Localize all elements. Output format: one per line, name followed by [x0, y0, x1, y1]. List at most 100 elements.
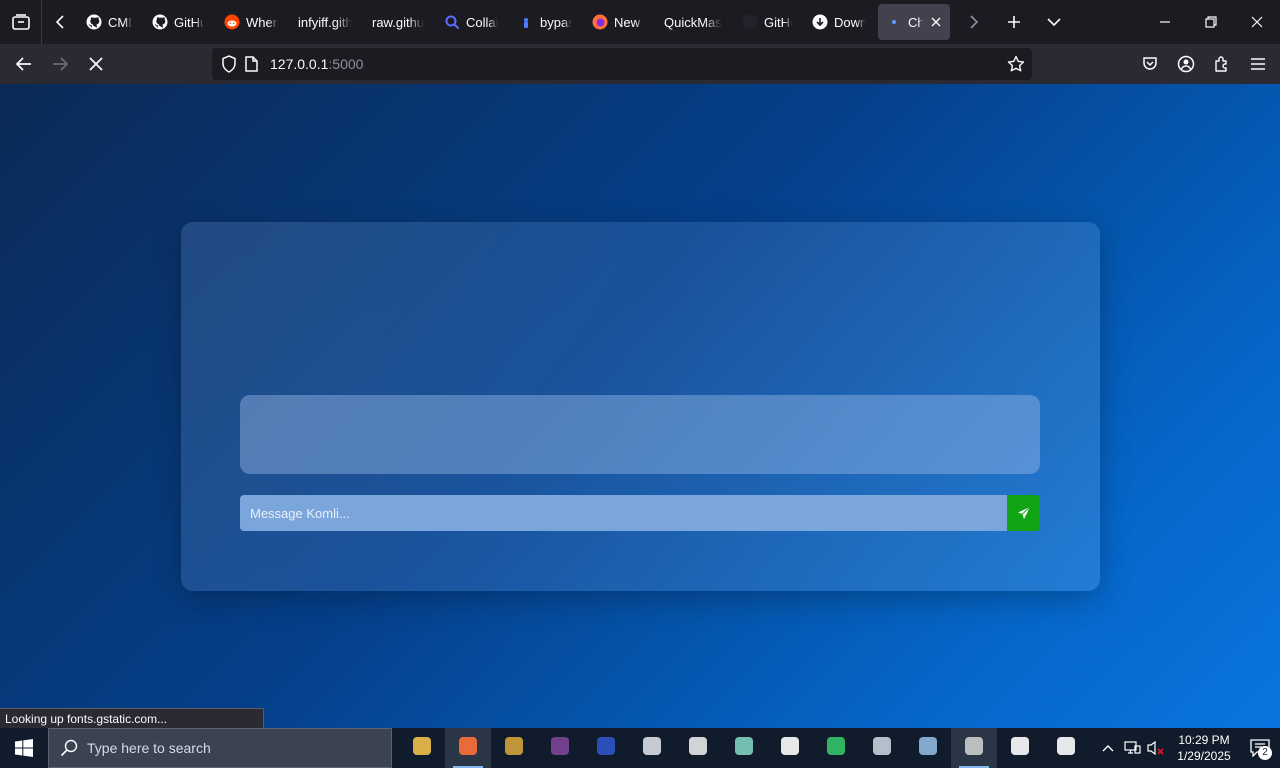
plus-icon	[1008, 16, 1020, 28]
taskbar-app[interactable]	[997, 728, 1043, 768]
message-input[interactable]	[240, 495, 1007, 531]
network-icon	[917, 735, 939, 762]
url-port: :5000	[328, 56, 364, 72]
game-icon	[503, 735, 525, 762]
new-tab-button[interactable]	[994, 0, 1034, 44]
roblox-icon	[641, 735, 663, 762]
close-icon	[89, 57, 103, 71]
account-button[interactable]	[1168, 48, 1204, 80]
chevron-up-icon	[1102, 745, 1114, 752]
show-hidden-icons-button[interactable]	[1096, 728, 1120, 768]
extensions-button[interactable]	[1204, 48, 1240, 80]
volume-muted-icon[interactable]	[1144, 728, 1168, 768]
tab-overview-button[interactable]	[0, 0, 42, 44]
browser-tab[interactable]: Ch	[878, 4, 950, 40]
tor-icon	[549, 735, 571, 762]
list-all-tabs-button[interactable]	[1034, 0, 1074, 44]
status-bar: Looking up fonts.gstatic.com...	[0, 708, 264, 728]
browser-tab[interactable]: infyiff.gith	[290, 4, 360, 40]
search-icon	[59, 738, 79, 758]
search-placeholder: Type here to search	[87, 740, 211, 756]
taskbar-app[interactable]	[583, 728, 629, 768]
star-icon	[687, 735, 709, 762]
tab-title: New T	[614, 14, 644, 30]
pocket-icon	[1143, 57, 1157, 70]
loading-icon	[886, 14, 902, 30]
back-button[interactable]	[6, 48, 42, 80]
tab-title: Ch	[908, 14, 924, 30]
taskbar-app[interactable]	[675, 728, 721, 768]
pocket-button[interactable]	[1132, 48, 1168, 80]
taskbar-app[interactable]	[905, 728, 951, 768]
taskbar-app[interactable]	[859, 728, 905, 768]
taskbar-app[interactable]	[721, 728, 767, 768]
browser-tab[interactable]: GitHu	[734, 4, 800, 40]
app-menu-button[interactable]	[1240, 48, 1276, 80]
taskbar-app[interactable]	[767, 728, 813, 768]
page-info-icon[interactable]	[242, 55, 260, 73]
browser-tab[interactable]: New T	[584, 4, 652, 40]
close-window-button[interactable]	[1234, 0, 1280, 44]
action-center-button[interactable]: 2	[1240, 728, 1280, 768]
browser-tab[interactable]: bypas	[510, 4, 580, 40]
taskbar-app[interactable]	[491, 728, 537, 768]
taskbar-app[interactable]	[399, 728, 445, 768]
search-icon	[444, 14, 460, 30]
hamburger-menu-icon	[1251, 58, 1265, 70]
send-button[interactable]	[1007, 495, 1040, 531]
tab-scroll-left-button[interactable]	[42, 0, 78, 44]
puzzle-icon	[1215, 56, 1227, 72]
7zip-icon	[779, 735, 801, 762]
url-text[interactable]: 127.0.0.1:5000	[270, 56, 363, 72]
taskbar-app[interactable]	[1043, 728, 1089, 768]
window-controls	[1142, 0, 1280, 44]
browser-tab[interactable]: When	[216, 4, 286, 40]
browser-tab[interactable]: Collab	[436, 4, 506, 40]
browser-tab[interactable]: QuickMas	[656, 4, 730, 40]
tab-title: Down	[834, 14, 866, 30]
tab-scroll-right-button[interactable]	[954, 0, 994, 44]
stop-loading-button[interactable]	[78, 48, 114, 80]
minimize-icon	[1160, 21, 1170, 23]
tab-title: GitHu	[764, 14, 792, 30]
download-icon	[812, 14, 828, 30]
clock-time: 10:29 PM	[1178, 733, 1230, 747]
send-icon	[1017, 506, 1030, 519]
chat-messages-area	[240, 395, 1040, 474]
restore-icon	[1205, 16, 1217, 28]
minimize-button[interactable]	[1142, 0, 1188, 44]
taskbar-app[interactable]	[445, 728, 491, 768]
edge-icon	[825, 735, 847, 762]
navigation-toolbar: 127.0.0.1:5000	[0, 44, 1280, 84]
account-icon	[1177, 55, 1195, 73]
address-bar[interactable]: 127.0.0.1:5000	[212, 48, 1032, 80]
browser-tab[interactable]: raw.githul	[364, 4, 432, 40]
network-tray-icon[interactable]	[1120, 728, 1144, 768]
chevron-down-icon	[1047, 18, 1061, 27]
browser-tab[interactable]: GitHu	[144, 4, 212, 40]
taskbar-app[interactable]	[813, 728, 859, 768]
close-tab-icon[interactable]	[929, 15, 942, 29]
system-tray: 10:29 PM 1/29/2025 2	[1096, 728, 1280, 768]
app2-icon	[1055, 735, 1077, 762]
taskbar-search[interactable]: Type here to search	[48, 728, 392, 768]
browser-tab[interactable]: CMD	[78, 4, 140, 40]
taskbar-app[interactable]	[951, 728, 997, 768]
taskbar-app[interactable]	[629, 728, 675, 768]
taskbar-app[interactable]	[537, 728, 583, 768]
tracking-protection-icon[interactable]	[220, 55, 238, 73]
github-icon	[152, 14, 168, 30]
start-button[interactable]	[0, 728, 48, 768]
chevron-left-icon	[55, 15, 64, 29]
file-explorer-icon	[411, 735, 433, 762]
toolbar-right	[1132, 48, 1276, 80]
tab-title: When	[246, 14, 278, 30]
browser-tab[interactable]: Down	[804, 4, 874, 40]
bookmark-star-icon[interactable]	[1006, 54, 1026, 74]
forward-button[interactable]	[42, 48, 78, 80]
clock[interactable]: 10:29 PM 1/29/2025	[1168, 732, 1240, 764]
drive-icon	[871, 735, 893, 762]
notification-count-badge: 2	[1258, 746, 1272, 760]
vs-icon	[595, 735, 617, 762]
restore-button[interactable]	[1188, 0, 1234, 44]
